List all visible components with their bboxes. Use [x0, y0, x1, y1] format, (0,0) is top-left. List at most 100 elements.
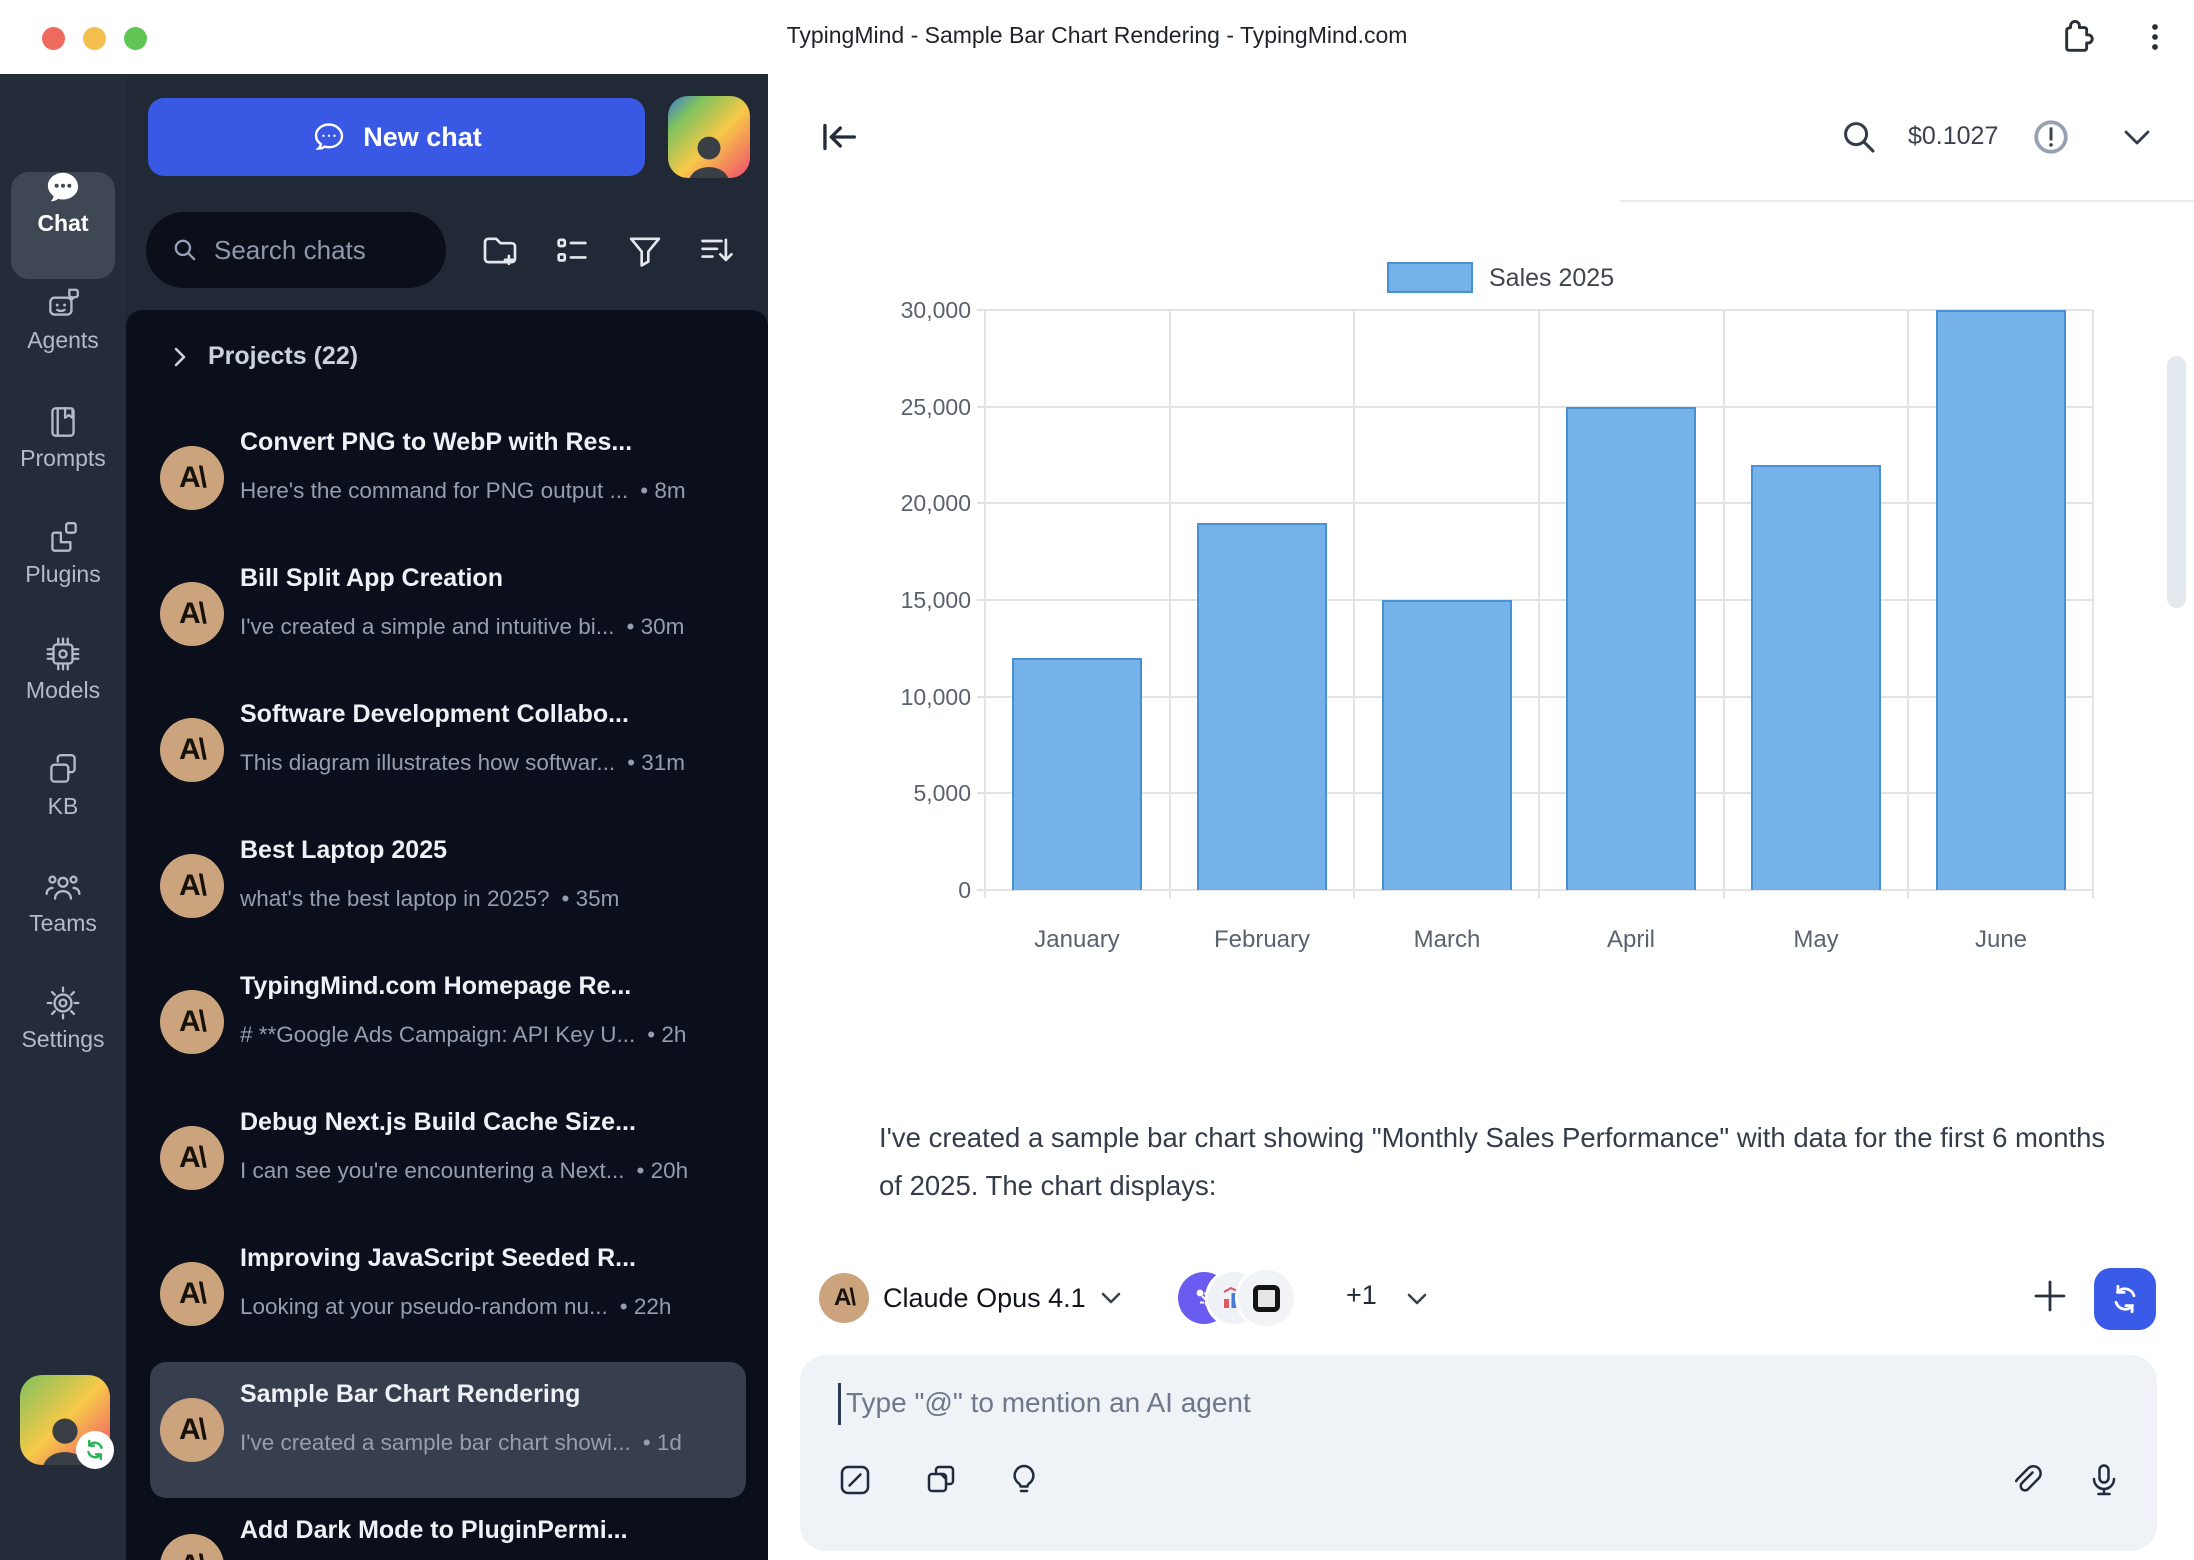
search-conversation-icon[interactable]: [1838, 116, 1880, 158]
sidebar-item-plugins[interactable]: Plugins: [0, 519, 126, 588]
chat-item-snippet: Looking at your pseudo-random nu...: [240, 1294, 608, 1320]
anthropic-avatar: A\: [160, 854, 224, 918]
chat-item-time: • 2h: [647, 1022, 686, 1048]
chart-gridline-v: [1538, 310, 1540, 898]
credit-balance[interactable]: $0.1027: [1908, 122, 1998, 151]
filter-button[interactable]: [625, 231, 665, 271]
chart-gridline-h: [977, 309, 2093, 311]
chat-input[interactable]: Type "@" to mention an AI agent: [800, 1355, 2157, 1551]
chat-list-item[interactable]: A\Add Dark Mode to PluginPermi...: [150, 1498, 746, 1560]
microphone-icon[interactable]: [2085, 1461, 2123, 1499]
chat-item-title: Debug Next.js Build Cache Size...: [240, 1108, 726, 1137]
anthropic-avatar: A\: [160, 990, 224, 1054]
chat-list-item[interactable]: A\Best Laptop 2025what's the best laptop…: [150, 818, 746, 954]
text-cursor: [838, 1383, 841, 1425]
pages-copy-icon[interactable]: [922, 1461, 960, 1499]
new-chat-label: New chat: [363, 122, 482, 153]
chart-gridline-h: [977, 792, 2093, 794]
sidebar-label-models: Models: [0, 677, 126, 704]
header-chevron-down-icon[interactable]: [2120, 124, 2154, 152]
chart-gridline-h: [977, 696, 2093, 698]
chat-list-item[interactable]: A\Convert PNG to WebP with Res...Here's …: [150, 410, 746, 546]
chat-item-snippet: I've created a simple and intuitive bi..…: [240, 614, 615, 640]
chat-item-time: • 35m: [562, 886, 620, 912]
x-axis-label-april: April: [1538, 926, 1724, 954]
chat-history-list: Projects (22) A\ Convert PNG to WebP with…: [126, 310, 768, 1560]
anthropic-avatar: A\: [160, 1262, 224, 1326]
plugins-chevron-down-icon[interactable]: [1404, 1286, 1430, 1312]
bar-april[interactable]: [1566, 407, 1696, 890]
anthropic-avatar: A\: [160, 582, 224, 646]
bar-may[interactable]: [1751, 465, 1881, 890]
sidebar-label-plugins: Plugins: [0, 561, 126, 588]
lightbulb-icon[interactable]: [1005, 1461, 1043, 1499]
sidebar-item-prompts[interactable]: Prompts: [0, 403, 126, 472]
search-chats-input[interactable]: Search chats: [146, 212, 446, 288]
y-axis-tick-label: 15,000: [851, 587, 971, 614]
chat-input-placeholder: Type "@" to mention an AI agent: [846, 1387, 1251, 1419]
chart-legend-swatch[interactable]: [1387, 262, 1473, 293]
chat-item-time: • 22h: [620, 1294, 672, 1320]
browser-extensions-icon[interactable]: [2055, 17, 2095, 57]
chart-gridline-h: [977, 889, 2093, 891]
chat-item-title: Convert PNG to WebP with Res...: [240, 428, 726, 457]
chat-item-time: • 30m: [627, 614, 685, 640]
plugins-more-count[interactable]: +1: [1346, 1280, 1377, 1311]
sort-button[interactable]: [697, 231, 737, 271]
bar-march[interactable]: [1382, 600, 1512, 890]
sidebar-item-teams[interactable]: Teams: [0, 868, 126, 937]
chart-gridline-v: [1723, 310, 1725, 898]
chat-list-item[interactable]: A\Sample Bar Chart RenderingI've created…: [150, 1362, 746, 1498]
chat-list-panel: New chat Search chats: [126, 74, 768, 1560]
chart-legend-label[interactable]: Sales 2025: [1489, 264, 1614, 293]
chat-list-item[interactable]: A\Improving JavaScript Seeded R...Lookin…: [150, 1226, 746, 1362]
browser-menu-kebab-icon[interactable]: [2135, 17, 2175, 57]
header-divider: [1620, 200, 2194, 202]
chat-list-item[interactable]: A\TypingMind.com Homepage Re...# **Googl…: [150, 954, 746, 1090]
bar-january[interactable]: [1012, 658, 1142, 890]
balance-warning-icon[interactable]: [2032, 118, 2070, 156]
y-axis-tick-label: 0: [851, 877, 971, 904]
regenerate-button[interactable]: [2094, 1268, 2156, 1330]
chat-item-title: TypingMind.com Homepage Re...: [240, 972, 726, 1001]
bulk-select-list-button[interactable]: [552, 231, 592, 271]
y-axis-tick-label: 30,000: [851, 297, 971, 324]
sidebar-label-agents: Agents: [0, 327, 126, 354]
kb-layers-icon: [44, 751, 82, 789]
anthropic-avatar: A\: [160, 446, 224, 510]
sidebar-item-models[interactable]: Models: [0, 635, 126, 704]
chat-main-area: $0.1027 Sales 2025 05,00010,00015,00020,…: [768, 74, 2194, 1560]
sidebar-label-prompts: Prompts: [0, 445, 126, 472]
anthropic-avatar: A\: [160, 718, 224, 782]
add-attachment-plus-icon[interactable]: [2028, 1274, 2072, 1318]
bar-february[interactable]: [1197, 523, 1327, 890]
y-axis-tick-label: 10,000: [851, 684, 971, 711]
sidebar-item-agents[interactable]: Agents: [0, 285, 126, 354]
plugin-icon-3-stop-square: [1238, 1270, 1294, 1326]
sidebar-item-chat[interactable]: Chat: [0, 148, 126, 279]
chat-list-item[interactable]: A\Software Development Collabo...This di…: [150, 682, 746, 818]
anthropic-avatar: A\: [160, 1126, 224, 1190]
sidebar-item-kb[interactable]: KB: [0, 751, 126, 820]
paperclip-icon[interactable]: [2007, 1461, 2045, 1499]
new-folder-button[interactable]: [480, 231, 520, 271]
model-chevron-down-icon: [1098, 1285, 1124, 1311]
model-selector[interactable]: A\ Claude Opus 4.1: [819, 1270, 1124, 1326]
x-axis-label-may: May: [1723, 926, 1909, 954]
chart-gridline-v: [1353, 310, 1355, 898]
user-avatar[interactable]: [668, 96, 750, 178]
chat-list-item[interactable]: A\Bill Split App CreationI've created a …: [150, 546, 746, 682]
bar-june[interactable]: [1936, 310, 2066, 890]
new-chat-button[interactable]: New chat: [148, 98, 645, 176]
chat-list-item[interactable]: A\Debug Next.js Build Cache Size...I can…: [150, 1090, 746, 1226]
canvas-edit-icon[interactable]: [836, 1461, 874, 1499]
projects-header[interactable]: Projects (22): [170, 342, 358, 371]
sidebar-item-settings[interactable]: Settings: [0, 984, 126, 1053]
chat-item-title: Software Development Collabo...: [240, 700, 726, 729]
chat-item-title: Add Dark Mode to PluginPermi...: [240, 1516, 726, 1545]
person-silhouette-icon: [680, 127, 737, 178]
collapse-sidebar-icon[interactable]: [816, 114, 862, 160]
scrollbar-thumb[interactable]: [2167, 356, 2186, 608]
account-avatar[interactable]: [20, 1375, 110, 1465]
chart-gridline-v: [984, 310, 986, 898]
